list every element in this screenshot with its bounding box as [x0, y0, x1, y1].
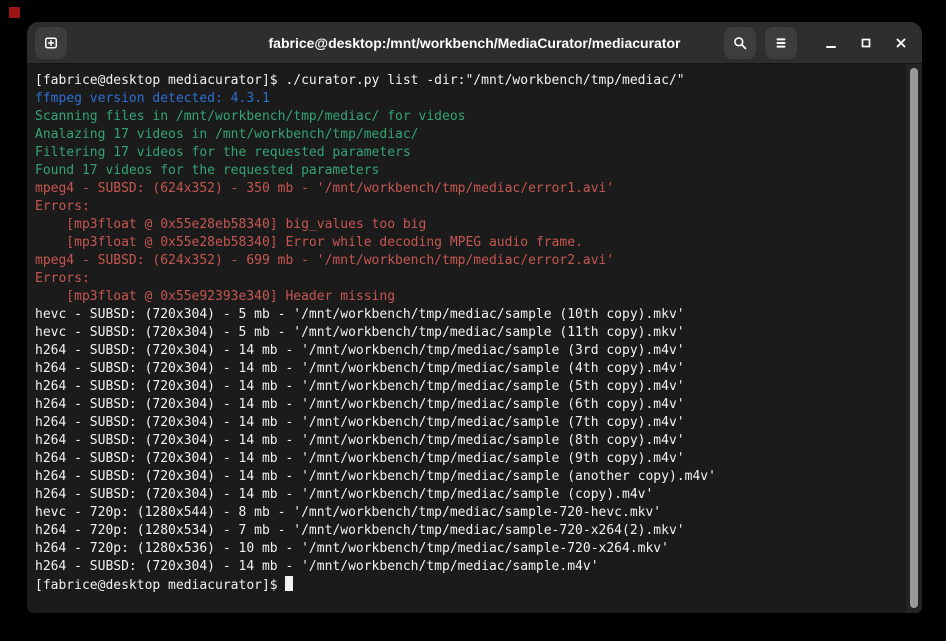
minimize-icon	[823, 35, 839, 51]
terminal-line: Filtering 17 videos for the requested pa…	[35, 144, 902, 162]
terminal-screen[interactable]: [fabrice@desktop mediacurator]$ ./curato…	[27, 64, 922, 613]
terminal-line: h264 - SUBSD: (720x304) - 14 mb - '/mnt/…	[35, 432, 902, 450]
terminal-line: h264 - 720p: (1280x534) - 7 mb - '/mnt/w…	[35, 522, 902, 540]
terminal-line: Analazing 17 videos in /mnt/workbench/tm…	[35, 126, 902, 144]
terminal-window: fabrice@desktop:/mnt/workbench/MediaCura…	[27, 22, 922, 613]
terminal-line: Found 17 videos for the requested parame…	[35, 162, 902, 180]
maximize-button[interactable]	[853, 30, 879, 56]
terminal-line: h264 - SUBSD: (720x304) - 14 mb - '/mnt/…	[35, 342, 902, 360]
terminal-line: h264 - SUBSD: (720x304) - 14 mb - '/mnt/…	[35, 378, 902, 396]
terminal-line: [fabrice@desktop mediacurator]$ ./curato…	[35, 72, 902, 90]
terminal-line: h264 - 720p: (1280x536) - 10 mb - '/mnt/…	[35, 540, 902, 558]
terminal-line: mpeg4 - SUBSD: (624x352) - 350 mb - '/mn…	[35, 180, 902, 198]
terminal-line: [fabrice@desktop mediacurator]$	[35, 576, 902, 594]
minimize-button[interactable]	[818, 30, 844, 56]
terminal-line: hevc - SUBSD: (720x304) - 5 mb - '/mnt/w…	[35, 324, 902, 342]
new-tab-icon	[43, 35, 59, 51]
search-button[interactable]	[724, 27, 756, 59]
terminal-line: mpeg4 - SUBSD: (624x352) - 699 mb - '/mn…	[35, 252, 902, 270]
titlebar[interactable]: fabrice@desktop:/mnt/workbench/MediaCura…	[27, 22, 922, 64]
scrollbar-track	[906, 64, 922, 613]
menu-button[interactable]	[765, 27, 797, 59]
terminal-line: h264 - SUBSD: (720x304) - 14 mb - '/mnt/…	[35, 360, 902, 378]
terminal-line: [mp3float @ 0x55e92393e340] Header missi…	[35, 288, 902, 306]
terminal-cursor	[285, 576, 293, 591]
terminal-line: h264 - SUBSD: (720x304) - 14 mb - '/mnt/…	[35, 558, 902, 576]
terminal-line: Errors:	[35, 270, 902, 288]
terminal-line: hevc - 720p: (1280x544) - 8 mb - '/mnt/w…	[35, 504, 902, 522]
terminal-line: ffmpeg version detected: 4.3.1	[35, 90, 902, 108]
terminal-line: h264 - SUBSD: (720x304) - 14 mb - '/mnt/…	[35, 468, 902, 486]
new-tab-button[interactable]	[35, 27, 67, 59]
terminal-line: [mp3float @ 0x55e28eb58340] Error while …	[35, 234, 902, 252]
recording-indicator	[9, 7, 20, 18]
menu-icon	[773, 35, 789, 51]
terminal-line: h264 - SUBSD: (720x304) - 14 mb - '/mnt/…	[35, 486, 902, 504]
terminal-line: Errors:	[35, 198, 902, 216]
close-icon	[893, 35, 909, 51]
terminal-line: h264 - SUBSD: (720x304) - 14 mb - '/mnt/…	[35, 450, 902, 468]
terminal-line: h264 - SUBSD: (720x304) - 14 mb - '/mnt/…	[35, 396, 902, 414]
terminal-line: h264 - SUBSD: (720x304) - 14 mb - '/mnt/…	[35, 414, 902, 432]
terminal-line: hevc - SUBSD: (720x304) - 5 mb - '/mnt/w…	[35, 306, 902, 324]
search-icon	[732, 35, 748, 51]
maximize-icon	[858, 35, 874, 51]
scrollbar-thumb[interactable]	[910, 68, 918, 608]
close-button[interactable]	[888, 30, 914, 56]
terminal-line: Scanning files in /mnt/workbench/tmp/med…	[35, 108, 902, 126]
terminal-line: [mp3float @ 0x55e28eb58340] big_values t…	[35, 216, 902, 234]
